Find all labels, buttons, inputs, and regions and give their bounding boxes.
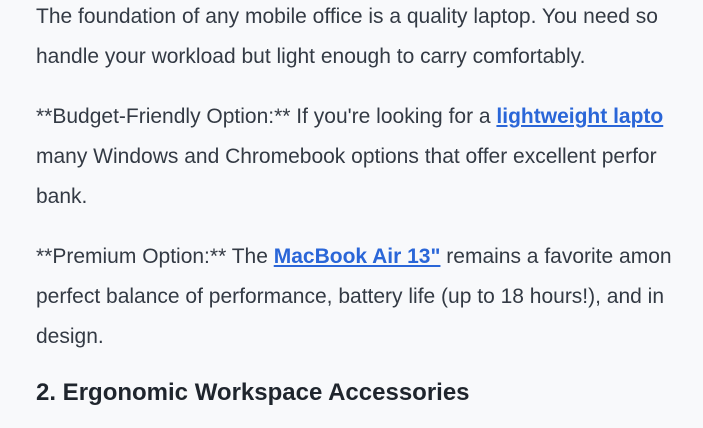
paragraph-line: The foundation of any mobile office is a… bbox=[36, 5, 658, 28]
intro-paragraph: The foundation of any mobile office is a… bbox=[36, 0, 703, 77]
paragraph-line: many Windows and Chromebook options that… bbox=[36, 145, 657, 168]
macbook-air-link[interactable]: MacBook Air 13" bbox=[274, 245, 441, 268]
premium-option-text: **Premium Option:** The bbox=[36, 245, 274, 268]
budget-option-paragraph: **Budget-Friendly Option:** If you're lo… bbox=[36, 97, 703, 217]
paragraph-line: design. bbox=[36, 325, 104, 348]
premium-option-paragraph: **Premium Option:** The MacBook Air 13" … bbox=[36, 237, 703, 357]
budget-option-text: **Budget-Friendly Option:** If you're lo… bbox=[36, 105, 497, 128]
lightweight-laptop-link[interactable]: lightweight lapto bbox=[496, 105, 663, 128]
section-heading: 2. Ergonomic Workspace Accessories bbox=[36, 379, 470, 406]
paragraph-line: bank. bbox=[36, 185, 88, 208]
paragraph-line: **Premium Option:** The MacBook Air 13" … bbox=[36, 237, 703, 277]
paragraph-line: handle your workload but light enough to… bbox=[36, 45, 586, 68]
paragraph-line: **Budget-Friendly Option:** If you're lo… bbox=[36, 97, 703, 137]
premium-option-suffix: remains a favorite amon bbox=[440, 245, 672, 268]
paragraph-line: perfect balance of performance, battery … bbox=[36, 285, 665, 308]
article-body: The foundation of any mobile office is a… bbox=[36, 0, 703, 409]
